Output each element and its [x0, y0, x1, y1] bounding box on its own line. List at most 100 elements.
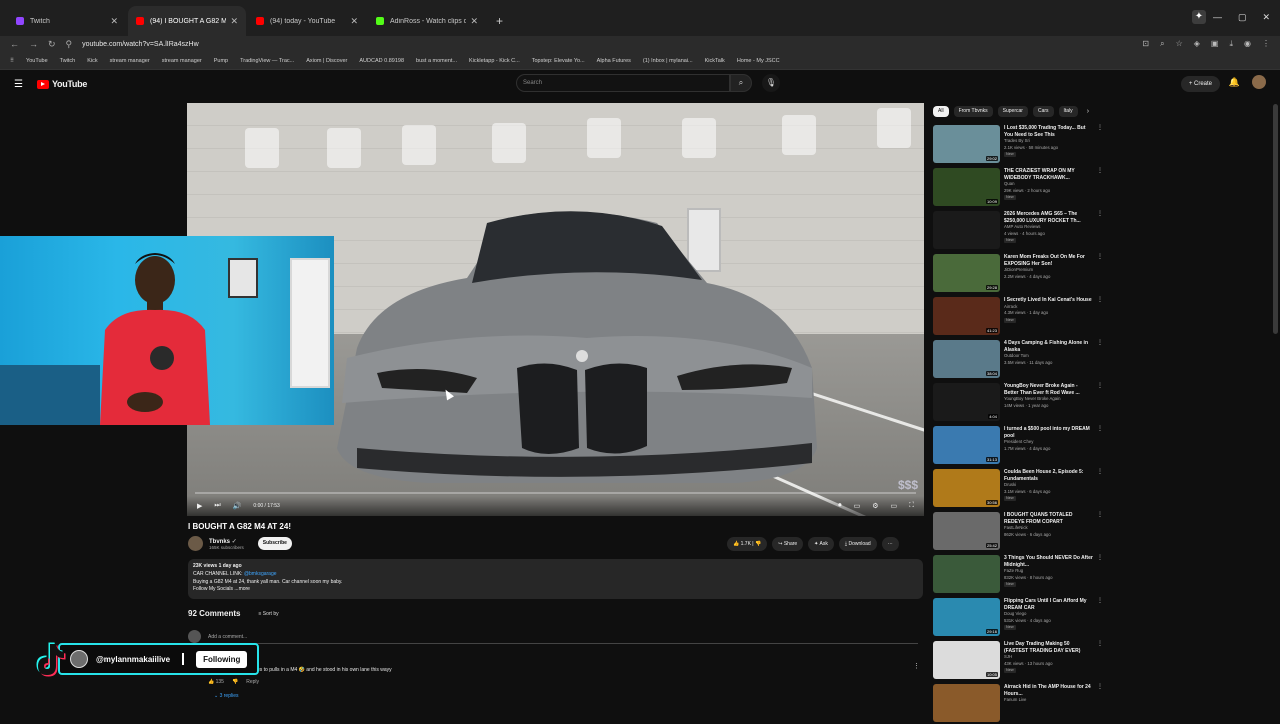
recommended-channel[interactable]: JiDionPremium: [1004, 267, 1093, 274]
ask-button[interactable]: ✦ Ask: [808, 537, 834, 551]
microphone-icon[interactable]: 🎙: [762, 74, 780, 92]
comment-like-icon[interactable]: 👍 135: [208, 679, 224, 685]
video-thumbnail[interactable]: 31:13: [933, 426, 1000, 464]
recommended-video-title[interactable]: 4 Days Camping & Fishing Alone in Alaska: [1004, 340, 1093, 353]
recommended-channel[interactable]: Trades By Sri: [1004, 138, 1093, 145]
close-window-icon[interactable]: ✕: [1262, 12, 1270, 23]
recommended-channel[interactable]: Quan: [1004, 181, 1093, 188]
youtube-logo[interactable]: YouTube: [36, 79, 87, 89]
recommended-channel[interactable]: FastLifeNick: [1004, 525, 1093, 532]
comment-dislike-icon[interactable]: 👎: [232, 679, 238, 685]
thumbs-down-icon[interactable]: 👎: [755, 541, 761, 547]
recommended-channel[interactable]: Fanum Live: [1004, 697, 1093, 704]
recommended-video[interactable]: Airrack Hid in The AMP House for 24 Hour…: [933, 684, 1103, 724]
recommended-video-title[interactable]: Karen Mom Freaks Out On Me For EXPOSING …: [1004, 254, 1093, 267]
recommended-video[interactable]: 38:04 4 Days Camping & Fishing Alone in A…: [933, 340, 1103, 380]
notifications-bell-icon[interactable]: 🔔: [1229, 77, 1240, 88]
video-menu-icon[interactable]: ⋮: [1097, 340, 1103, 347]
channel-name[interactable]: Tbvnks ✓: [209, 538, 244, 545]
recommended-channel[interactable]: Airrack: [1004, 304, 1093, 311]
browser-tab[interactable]: Twitch ✕: [8, 6, 126, 36]
reload-icon[interactable]: ↻: [48, 39, 56, 50]
next-icon[interactable]: ⏭: [214, 502, 220, 510]
video-thumbnail[interactable]: 29:02: [933, 125, 1000, 163]
video-thumbnail[interactable]: 38:04: [933, 340, 1000, 378]
browser-tab[interactable]: (94) today - YouTube ✕: [248, 6, 366, 36]
video-thumbnail[interactable]: [933, 684, 1000, 722]
video-menu-icon[interactable]: ⋮: [1097, 598, 1103, 605]
following-button[interactable]: Following: [196, 650, 248, 668]
new-tab-button[interactable]: +: [488, 14, 511, 36]
download-button[interactable]: ⤓ Download: [838, 537, 877, 551]
menu-dots-icon[interactable]: ⋮: [1262, 39, 1270, 49]
view-replies-button[interactable]: ⌄ 3 replies: [214, 693, 239, 699]
account-avatar[interactable]: [1252, 75, 1266, 89]
recommended-channel[interactable]: FaZe Rug: [1004, 568, 1093, 575]
recommended-video[interactable]: 29:16 Flipping Cars Until I Can Afford My…: [933, 598, 1103, 638]
recommended-channel[interactable]: Druski: [1004, 482, 1093, 489]
tab-close-icon[interactable]: ✕: [350, 16, 358, 27]
recommended-video-title[interactable]: 3 Things You Should NEVER Do After Midni…: [1004, 555, 1093, 568]
bookmark-item[interactable]: KickTalk: [705, 58, 725, 64]
video-menu-icon[interactable]: ⋮: [1097, 211, 1103, 218]
video-thumbnail[interactable]: [933, 555, 1000, 593]
volume-icon[interactable]: 🔊: [233, 502, 242, 510]
filter-chip[interactable]: Cars: [1032, 106, 1054, 117]
download-icon[interactable]: ⤓: [1229, 39, 1233, 49]
garage-channel-link[interactable]: @bmksgarage: [244, 571, 277, 577]
search-icon[interactable]: ⌕: [730, 74, 752, 92]
filter-chip[interactable]: Italy: [1058, 106, 1078, 117]
recommended-channel[interactable]: AMP Auto Reviews: [1004, 224, 1093, 231]
play-icon[interactable]: ▶: [197, 502, 202, 510]
show-more-link[interactable]: ...more: [234, 586, 250, 592]
video-thumbnail[interactable]: 30:56: [933, 469, 1000, 507]
add-comment-input[interactable]: Add a comment...: [208, 634, 247, 640]
bookmark-item[interactable]: AUDCAD 0.89198: [359, 58, 404, 64]
video-thumbnail[interactable]: 29:16: [933, 598, 1000, 636]
theater-mode-icon[interactable]: ▭: [890, 502, 897, 510]
browser-tab[interactable]: (94) I BOUGHT A G82 M4 AT 24!✕: [128, 6, 246, 36]
recommended-channel[interactable]: Outdoor Tom: [1004, 353, 1093, 360]
channel-avatar[interactable]: [188, 536, 203, 551]
bookmark-item[interactable]: bust a moment...: [416, 58, 457, 64]
extension-puzzle-icon[interactable]: ◈: [1194, 39, 1200, 49]
filter-chip[interactable]: All: [933, 106, 949, 117]
recommended-video-title[interactable]: Flipping Cars Until I Can Afford My DREA…: [1004, 598, 1093, 611]
apps-grid-icon[interactable]: ⠿: [10, 58, 14, 64]
comment-menu-icon[interactable]: ⋮: [913, 662, 920, 670]
recommended-video[interactable]: 4:04 YoungBoy Never Broke Again - Better …: [933, 383, 1103, 423]
settings-gear-icon[interactable]: ⚙: [872, 502, 878, 510]
recommended-video[interactable]: 41:23 I Secretly Lived In Kai Cenat's Hou…: [933, 297, 1103, 337]
recommended-video[interactable]: 29:28 Karen Mom Freaks Out On Me For EXPO…: [933, 254, 1103, 294]
recommended-video[interactable]: 2026 Mercedes AMG S65 – The $250,000 LUX…: [933, 211, 1103, 251]
bookmark-item[interactable]: stream manager: [110, 58, 150, 64]
recommended-video-title[interactable]: THE CRAZIEST WRAP ON MY WIDEBODY TRACKHA…: [1004, 168, 1093, 181]
share-button[interactable]: ↪ Share: [772, 537, 804, 551]
site-info-icon[interactable]: ⚲: [66, 39, 73, 50]
tab-close-icon[interactable]: ✕: [230, 16, 238, 27]
recommended-video-title[interactable]: I Secretly Lived In Kai Cenat's House: [1004, 297, 1093, 304]
recommended-channel[interactable]: President Chey: [1004, 439, 1093, 446]
zoom-icon[interactable]: ⌕: [1160, 39, 1164, 49]
recommended-video[interactable]: 29:02 I Lost $35,000 Trading Today... But…: [933, 125, 1103, 165]
video-thumbnail[interactable]: [933, 211, 1000, 249]
hamburger-menu-icon[interactable]: ☰: [14, 79, 23, 90]
description-box[interactable]: 23K views 1 day ago CAR CHANNEL LINK: @b…: [188, 559, 923, 599]
recommended-channel[interactable]: Doug Viego: [1004, 611, 1093, 618]
tab-close-icon[interactable]: ✕: [470, 16, 478, 27]
reply-button[interactable]: Reply: [246, 679, 259, 685]
search-input[interactable]: Search: [516, 74, 730, 92]
recommended-video[interactable]: 31:13 I turned a $500 pool into my DREAM …: [933, 426, 1103, 466]
video-menu-icon[interactable]: ⋮: [1097, 168, 1103, 175]
recommended-video-title[interactable]: I BOUGHT QUANS TOTALED REDEYE FROM COPAR…: [1004, 512, 1093, 525]
video-progress-bar[interactable]: [195, 492, 916, 494]
url-field[interactable]: youtube.com/watch?v=SA.lIRa4szHw: [82, 41, 1132, 48]
create-button[interactable]: + Create: [1180, 76, 1220, 92]
video-menu-icon[interactable]: ⋮: [1097, 254, 1103, 261]
bookmark-item[interactable]: Axiom | Discover: [306, 58, 347, 64]
video-menu-icon[interactable]: ⋮: [1097, 641, 1103, 648]
bookmark-item[interactable]: TradingView — Trac...: [240, 58, 294, 64]
recommended-video[interactable]: 30:56 Coulda Been House 2, Episode 5: Fun…: [933, 469, 1103, 509]
bookmark-item[interactable]: Twitch: [60, 58, 76, 64]
fullscreen-icon[interactable]: ⛶: [909, 502, 914, 510]
